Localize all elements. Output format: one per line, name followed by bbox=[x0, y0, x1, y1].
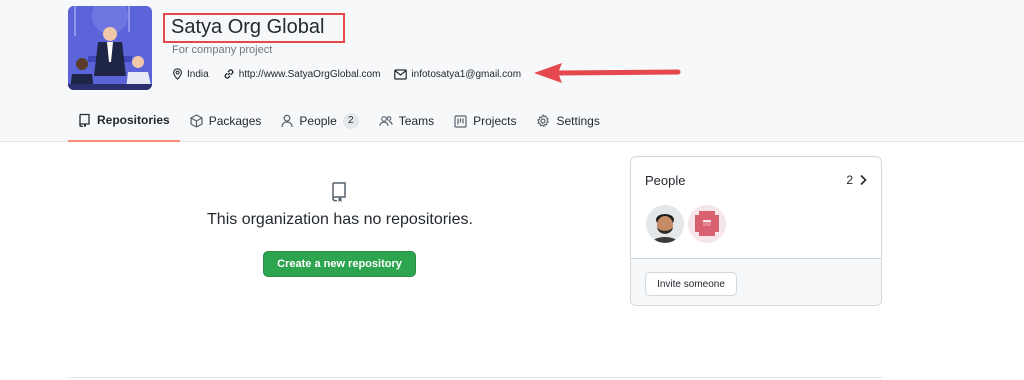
tab-settings-label: Settings bbox=[556, 114, 600, 128]
tab-repositories-label: Repositories bbox=[97, 113, 170, 127]
people-card-count: 2 bbox=[846, 173, 853, 187]
repo-icon bbox=[79, 113, 90, 127]
empty-state-message: This organization has no repositories. bbox=[207, 211, 473, 228]
people-icon bbox=[379, 116, 393, 127]
member-avatar[interactable] bbox=[646, 205, 684, 243]
people-count-badge: 2 bbox=[342, 113, 359, 129]
org-website-text[interactable]: http://www.SatyaOrgGlobal.com bbox=[239, 69, 381, 80]
tab-teams[interactable]: Teams bbox=[369, 104, 444, 138]
tab-settings[interactable]: Settings bbox=[526, 104, 609, 138]
chevron-right-icon[interactable] bbox=[859, 174, 867, 186]
package-icon bbox=[190, 114, 203, 128]
people-card-footer: Invite someone bbox=[631, 258, 881, 305]
tab-projects-label: Projects bbox=[473, 114, 517, 128]
member-avatar[interactable] bbox=[688, 205, 726, 243]
org-tabs: Repositories Packages People 2 Teams Pro… bbox=[68, 104, 610, 142]
org-email[interactable]: infotosatya1@gmail.com bbox=[394, 69, 521, 80]
link-icon bbox=[224, 69, 234, 79]
tab-packages-label: Packages bbox=[208, 114, 262, 128]
org-email-text[interactable]: infotosatya1@gmail.com bbox=[411, 69, 521, 80]
tab-repositories[interactable]: Repositories bbox=[68, 104, 180, 142]
person-icon bbox=[281, 114, 293, 128]
org-location-text: India bbox=[187, 68, 209, 80]
create-repository-button[interactable]: Create a new repository bbox=[263, 251, 416, 277]
people-card: People 2 Invite someone bbox=[630, 156, 882, 306]
org-description: For company project bbox=[172, 44, 273, 56]
tab-people-label: People bbox=[299, 114, 337, 128]
tab-projects[interactable]: Projects bbox=[444, 104, 526, 138]
location-icon bbox=[173, 68, 182, 80]
divider bbox=[68, 377, 882, 378]
people-card-title[interactable]: People bbox=[645, 173, 685, 188]
org-name: Satya Org Global bbox=[171, 16, 325, 38]
mail-icon bbox=[394, 68, 408, 80]
org-meta: India http://www.SatyaOrgGlobal.com info… bbox=[172, 66, 535, 82]
tab-teams-label: Teams bbox=[398, 114, 435, 128]
invite-someone-button[interactable]: Invite someone bbox=[645, 272, 737, 296]
org-avatar bbox=[68, 6, 152, 90]
org-location: India bbox=[172, 68, 209, 80]
tab-people[interactable]: People 2 bbox=[271, 104, 368, 138]
annotation-arrow bbox=[534, 63, 681, 83]
tab-packages[interactable]: Packages bbox=[180, 104, 272, 138]
gear-icon bbox=[537, 114, 550, 127]
org-website[interactable]: http://www.SatyaOrgGlobal.com bbox=[223, 68, 381, 80]
project-icon bbox=[454, 114, 467, 128]
repo-icon bbox=[332, 182, 346, 202]
